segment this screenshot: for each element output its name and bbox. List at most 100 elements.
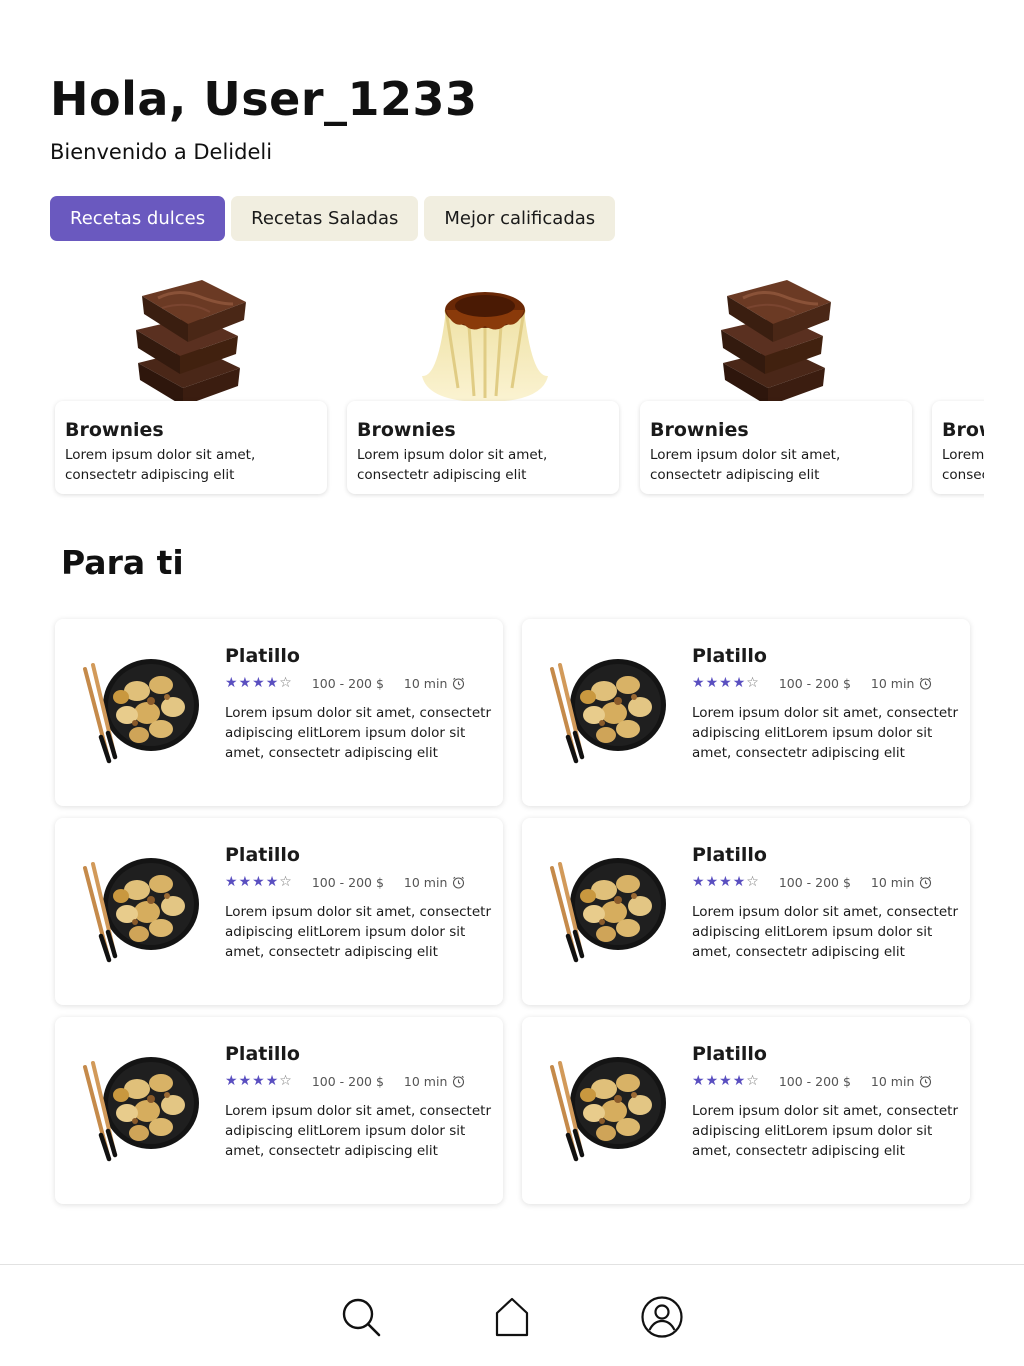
recipe-name: Brownies xyxy=(650,419,749,441)
greeting-title: Hola, User_1233 xyxy=(50,72,478,126)
dish-card[interactable]: Platillo ★ ★ ★ ★ ☆ 100 - 200 $10 min Lorem ipsu… xyxy=(55,619,503,806)
recipe-name: Brownies xyxy=(357,419,456,441)
star-rating: ★ ★ ★ ★ ☆ xyxy=(225,676,292,690)
recipe-description: Lorem ipsum dolor sit amet, consectetr a… xyxy=(357,447,548,483)
home-button[interactable] xyxy=(490,1295,534,1339)
star-filled-icon: ★ xyxy=(692,1073,705,1089)
bottom-navigation xyxy=(0,1264,1024,1366)
dish-time: 10 min xyxy=(870,1073,915,1089)
flan-image xyxy=(422,292,548,402)
dish-card[interactable]: Platillo ★ ★ ★ ★ ☆ 100 - 200 $10 min Lorem ipsu… xyxy=(522,818,970,1005)
dish-name: Platillo xyxy=(692,645,767,667)
dish-name: Platillo xyxy=(225,645,300,667)
welcome-subtitle: Bienvenido a Delideli xyxy=(50,140,273,164)
recipe-card[interactable]: Brownies Lorem ipsum dolor sit amet, con… xyxy=(55,401,327,494)
dish-name: Platillo xyxy=(225,844,300,866)
dish-time: 10 min xyxy=(870,675,915,691)
dish-card[interactable]: Platillo ★ ★ ★ ★ ☆ 100 - 200 $10 min Lorem ipsu… xyxy=(55,1017,503,1204)
star-filled-icon: ★ xyxy=(225,675,238,691)
alarm-clock-icon xyxy=(919,677,932,690)
dish-time: 10 min xyxy=(870,874,915,890)
alarm-clock-icon xyxy=(919,1075,932,1088)
star-filled-icon: ★ xyxy=(238,1073,252,1089)
star-filled-icon: ★ xyxy=(238,874,252,890)
dish-price: 100 - 200 $ xyxy=(778,1073,851,1089)
star-filled-icon: ★ xyxy=(225,874,238,890)
dumplings-image xyxy=(81,856,203,968)
star-filled-icon: ★ xyxy=(265,675,279,691)
star-rating: ★ ★ ★ ★ ☆ xyxy=(692,875,759,889)
star-filled-icon: ★ xyxy=(705,675,719,691)
dish-card[interactable]: Platillo ★ ★ ★ ★ ☆ 100 - 200 $10 min Lorem ipsu… xyxy=(522,1017,970,1204)
dish-name: Platillo xyxy=(225,1043,300,1065)
star-empty-icon: ☆ xyxy=(746,1073,759,1089)
dish-time: 10 min xyxy=(403,675,448,691)
dumplings-image xyxy=(81,1055,203,1167)
brownie-image xyxy=(721,280,831,406)
star-filled-icon: ★ xyxy=(692,675,705,691)
dish-name: Platillo xyxy=(692,844,767,866)
profile-button[interactable] xyxy=(640,1295,684,1339)
star-empty-icon: ☆ xyxy=(279,1073,292,1089)
star-empty-icon: ☆ xyxy=(279,874,292,890)
alarm-clock-icon xyxy=(452,1075,465,1088)
tab-mejor-calificadas[interactable]: Mejor calificadas xyxy=(424,196,616,241)
star-filled-icon: ★ xyxy=(705,1073,719,1089)
star-filled-icon: ★ xyxy=(252,874,265,890)
star-filled-icon: ★ xyxy=(238,675,252,691)
tab-recetas-dulces[interactable]: Recetas dulces xyxy=(50,196,226,241)
dish-card[interactable]: Platillo ★ ★ ★ ★ ☆ 100 - 200 $10 min Lorem ipsu… xyxy=(522,619,970,806)
star-filled-icon: ★ xyxy=(252,1073,265,1089)
dish-description: Lorem ipsum dolor sit amet, consectetr a… xyxy=(692,904,958,960)
dish-price: 100 - 200 $ xyxy=(311,1073,384,1089)
star-filled-icon: ★ xyxy=(732,874,746,890)
alarm-clock-icon xyxy=(452,677,465,690)
dish-description: Lorem ipsum dolor sit amet, consectetr a… xyxy=(692,705,958,761)
recipe-name: Brownies xyxy=(942,419,984,441)
alarm-clock-icon xyxy=(919,876,932,889)
star-filled-icon: ★ xyxy=(719,675,732,691)
star-filled-icon: ★ xyxy=(225,1073,238,1089)
star-rating: ★ ★ ★ ★ ☆ xyxy=(225,1074,292,1088)
dish-name: Platillo xyxy=(692,1043,767,1065)
star-filled-icon: ★ xyxy=(732,675,746,691)
dish-description: Lorem ipsum dolor sit amet, consectetr a… xyxy=(225,705,491,761)
tab-recetas-saladas[interactable]: Recetas Saladas xyxy=(231,196,419,241)
dish-price: 100 - 200 $ xyxy=(778,874,851,890)
star-rating: ★ ★ ★ ★ ☆ xyxy=(225,875,292,889)
recipe-card[interactable]: Brownies Lorem ipsum dolor sit amet, con… xyxy=(640,401,912,494)
star-filled-icon: ★ xyxy=(719,874,732,890)
star-rating: ★ ★ ★ ★ ☆ xyxy=(692,676,759,690)
recipe-description: Lorem ipsum dolor sit amet, consectetr a… xyxy=(65,447,256,483)
recipe-description: Lorem ipsum dolor sit amet, consectetr a… xyxy=(650,447,841,483)
section-title: Para ti xyxy=(61,543,184,582)
category-tabs: Recetas dulces Recetas Saladas Mejor cal… xyxy=(50,196,616,241)
dumplings-image xyxy=(548,856,670,968)
dish-description: Lorem ipsum dolor sit amet, consectetr a… xyxy=(225,904,491,960)
dumplings-image xyxy=(548,1055,670,1167)
dish-price: 100 - 200 $ xyxy=(311,874,384,890)
star-filled-icon: ★ xyxy=(265,874,279,890)
dish-card[interactable]: Platillo ★ ★ ★ ★ ☆ 100 - 200 $10 min Lorem ipsu… xyxy=(55,818,503,1005)
recipe-name: Brownies xyxy=(65,419,164,441)
recipe-card[interactable]: Brownies Lorem ipsum dolor sit amet, con… xyxy=(347,401,619,494)
star-filled-icon: ★ xyxy=(252,675,265,691)
star-filled-icon: ★ xyxy=(265,1073,279,1089)
dumplings-image xyxy=(81,657,203,769)
dish-price: 100 - 200 $ xyxy=(311,675,384,691)
star-empty-icon: ☆ xyxy=(279,675,292,691)
user-icon xyxy=(641,1296,683,1338)
dish-description: Lorem ipsum dolor sit amet, consectetr a… xyxy=(225,1103,491,1159)
recipe-card[interactable]: Brownies Lorem ipsum dolor sit amet, con… xyxy=(932,401,984,494)
search-icon xyxy=(342,1298,381,1337)
star-filled-icon: ★ xyxy=(732,1073,746,1089)
star-empty-icon: ☆ xyxy=(746,874,759,890)
star-filled-icon: ★ xyxy=(692,874,705,890)
star-filled-icon: ★ xyxy=(719,1073,732,1089)
search-button[interactable] xyxy=(339,1295,383,1339)
dish-description: Lorem ipsum dolor sit amet, consectetr a… xyxy=(692,1103,958,1159)
sweets-carousel[interactable]: Brownies Lorem ipsum dolor sit amet, con… xyxy=(0,268,984,503)
star-empty-icon: ☆ xyxy=(746,675,759,691)
star-filled-icon: ★ xyxy=(705,874,719,890)
dish-time: 10 min xyxy=(403,1073,448,1089)
